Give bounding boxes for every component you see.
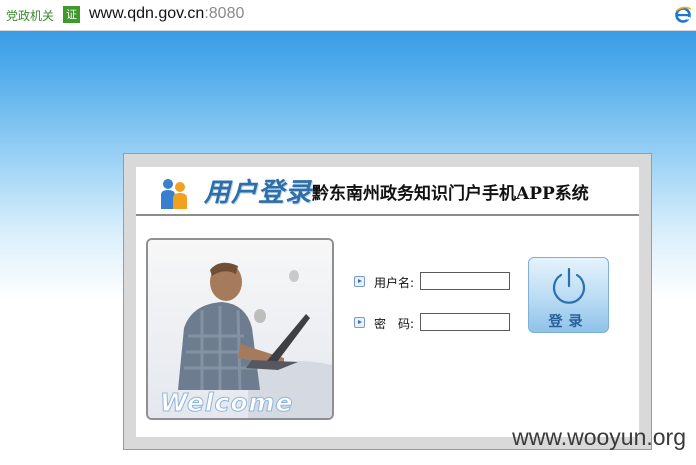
header-divider bbox=[136, 214, 639, 216]
welcome-image: Welcome bbox=[146, 238, 334, 420]
username-label: 用户名: bbox=[374, 276, 415, 290]
url-field[interactable]: www.qdn.gov.cn:8080 bbox=[89, 5, 244, 23]
ie-icon[interactable] bbox=[674, 6, 692, 24]
login-button[interactable]: 登录 bbox=[528, 257, 609, 333]
system-name: 黔东南州政务知识门户手机APP系统 bbox=[312, 184, 589, 204]
watermark-text: www.wooyun.org bbox=[512, 424, 686, 450]
url-host: www.qdn.gov.cn bbox=[89, 5, 205, 22]
cert-badge-icon: 证 bbox=[63, 6, 80, 23]
password-input[interactable] bbox=[420, 313, 510, 331]
login-panel-inner: 用户登录 黔东南州政务知识门户手机APP系统 Welcome 用户名: 密 码:… bbox=[136, 167, 639, 437]
power-icon bbox=[552, 267, 586, 304]
users-icon bbox=[161, 179, 187, 209]
username-input[interactable] bbox=[420, 272, 510, 290]
browser-address-bar: 党政机关 证 www.qdn.gov.cn:8080 bbox=[0, 0, 696, 31]
gov-cert-label: 党政机关 bbox=[6, 9, 55, 23]
arrow-bullet-icon bbox=[354, 317, 365, 328]
login-button-label: 登录 bbox=[548, 314, 589, 330]
login-panel: 用户登录 黔东南州政务知识门户手机APP系统 Welcome 用户名: 密 码:… bbox=[123, 153, 652, 450]
welcome-text: Welcome bbox=[160, 388, 294, 418]
url-port: :8080 bbox=[204, 5, 245, 22]
arrow-bullet-icon bbox=[354, 276, 365, 287]
password-label: 密 码: bbox=[374, 317, 415, 331]
header-title: 用户登录 bbox=[204, 178, 313, 208]
